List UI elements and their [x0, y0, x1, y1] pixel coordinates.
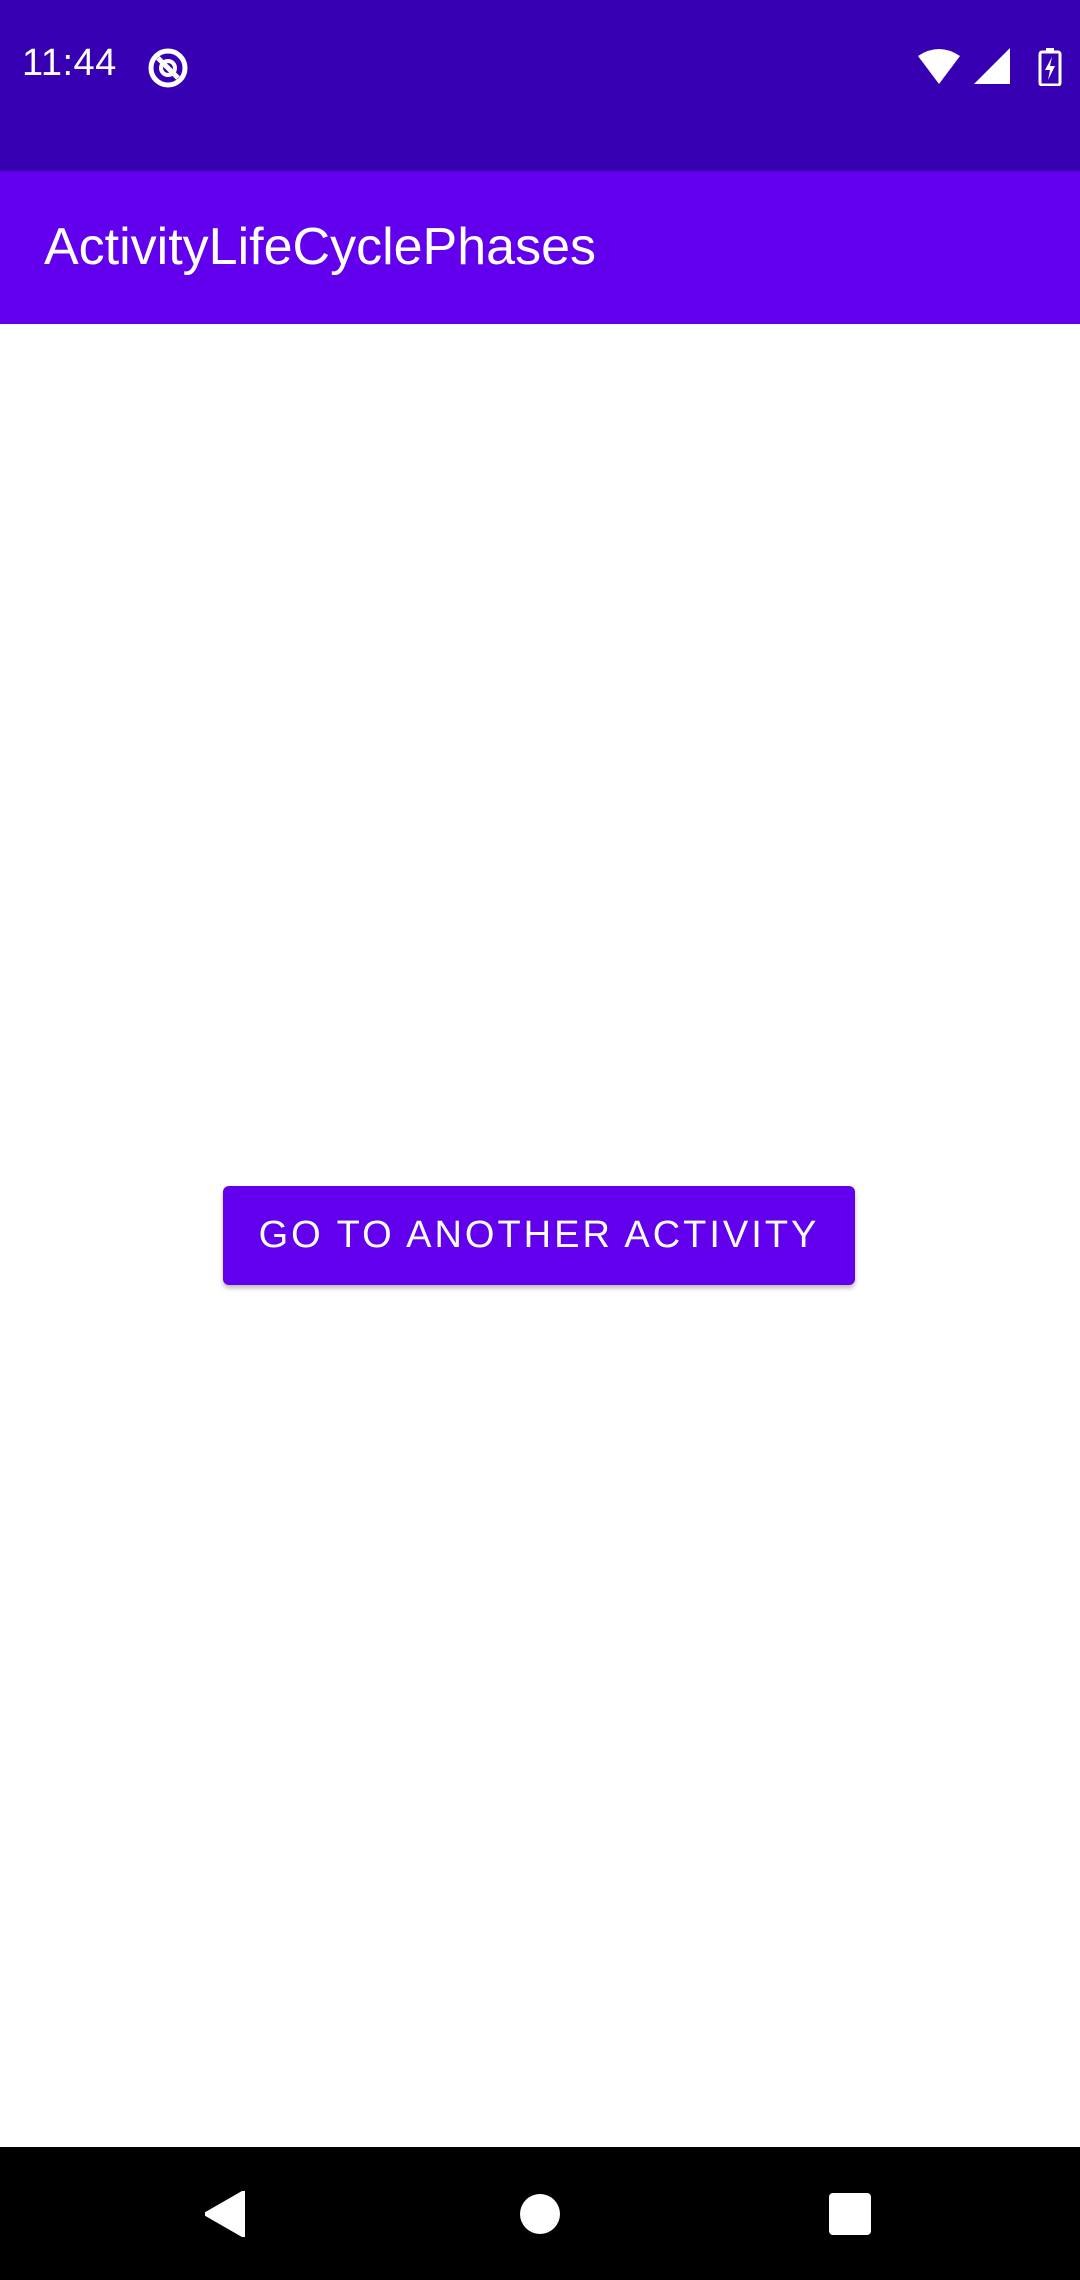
go-to-another-activity-button[interactable]: Go to another activity [223, 1186, 855, 1285]
recents-icon [829, 2192, 871, 2235]
navigation-bar [0, 2147, 1080, 2280]
app-bar: ActivityLifeCyclePhases [0, 171, 1080, 324]
nav-recents-button[interactable] [775, 2147, 925, 2280]
wifi-icon [918, 49, 960, 84]
cellular-signal-icon [974, 48, 1010, 84]
home-icon [520, 2193, 560, 2234]
nav-home-button[interactable] [465, 2147, 615, 2280]
nav-back-button[interactable] [150, 2147, 300, 2280]
app-title: ActivityLifeCyclePhases [44, 218, 596, 276]
status-time: 11:44 [22, 42, 117, 84]
back-icon [205, 2190, 245, 2237]
status-bar: 11:44 [0, 0, 1080, 171]
app-notification-icon [148, 48, 188, 88]
battery-charging-icon [1038, 48, 1062, 86]
